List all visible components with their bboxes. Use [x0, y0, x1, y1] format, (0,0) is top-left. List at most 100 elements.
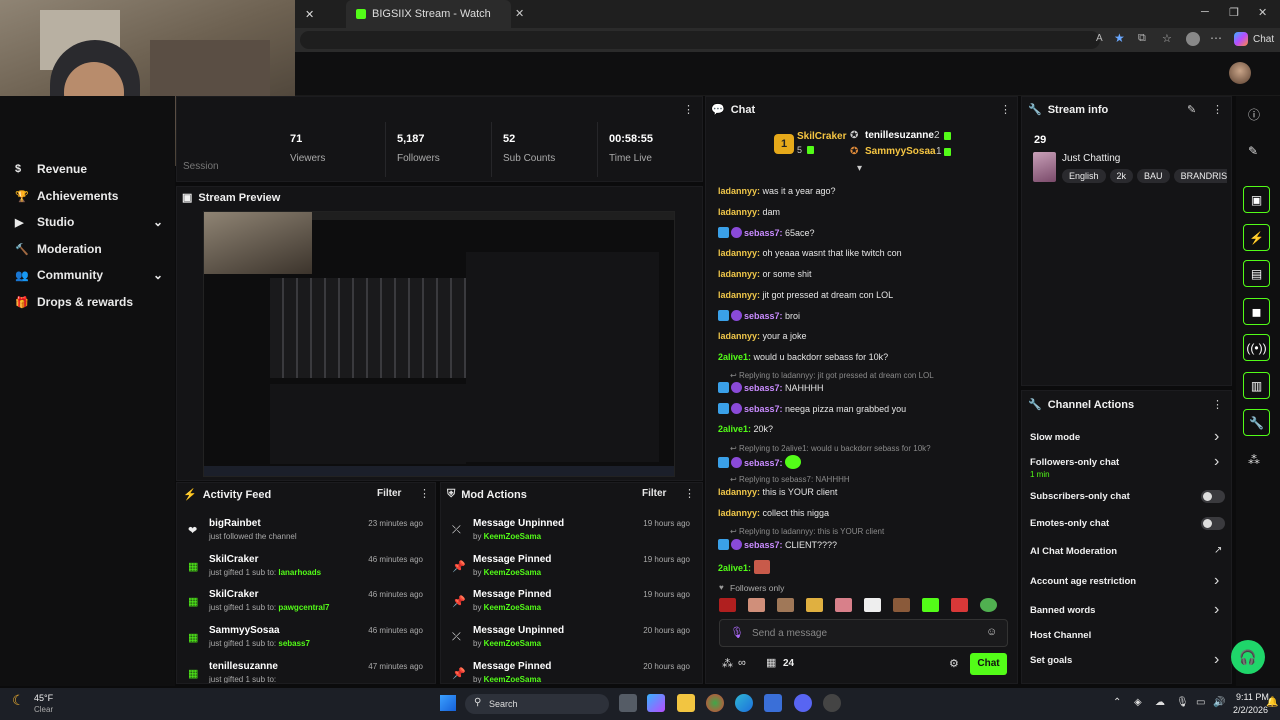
emote[interactable] [748, 598, 765, 612]
expand-leaderboard-icon[interactable]: ▾ [857, 163, 862, 174]
chat-message[interactable]: ladannyy: or some shit [718, 269, 812, 279]
mic-tray-icon[interactable]: 🎙 [1176, 697, 1189, 708]
tray-app-icon[interactable]: ◈ [1134, 697, 1142, 708]
chat-username[interactable]: 2alive1 [718, 352, 748, 362]
chat-username[interactable]: ladannyy [718, 207, 757, 217]
microphone-icon[interactable]: 🎙 [730, 626, 744, 639]
feed-detail-user[interactable]: lanarhoads [278, 568, 321, 577]
chat-username[interactable]: ladannyy [718, 331, 757, 341]
chevron-right-icon[interactable]: › [1214, 428, 1219, 446]
previous-tab-close[interactable]: ✕ [295, 0, 335, 28]
emote[interactable] [753, 560, 770, 574]
nav-item-2[interactable]: ▶ Studio ⌄ [15, 215, 163, 229]
chat-input[interactable]: 🎙 Send a message ☺ [719, 619, 1008, 647]
category-thumbnail[interactable] [1033, 152, 1056, 182]
kick-paw-icon[interactable]: ⁂ [722, 657, 733, 670]
chat-menu-icon[interactable]: ⋮ [1000, 103, 1011, 116]
feed-row[interactable]: ❤ bigRainbet just followed the channel 23 m… [177, 518, 435, 554]
emote[interactable] [777, 598, 794, 612]
weather-temp[interactable]: 45°F [34, 693, 53, 703]
maximize-icon[interactable]: ❐ [1229, 6, 1239, 19]
chat-username[interactable]: sebass7 [744, 458, 780, 468]
activity-menu-icon[interactable]: ⋮ [419, 487, 430, 500]
chat-username[interactable]: sebass7 [744, 540, 780, 550]
task-view-icon[interactable] [619, 694, 637, 712]
favorite-star-icon[interactable]: ★ [1114, 31, 1125, 45]
chat-username[interactable]: sebass7 [744, 311, 780, 321]
activity-filter-button[interactable]: Filter [377, 488, 401, 499]
chat-username[interactable]: ladannyy [718, 269, 757, 279]
feed-row[interactable]: 📌 Message Pinned by KeemZoeSama 19 hours ag… [441, 589, 702, 625]
channel-action-label[interactable]: AI Chat Moderation [1030, 546, 1117, 557]
feed-row[interactable]: ⤫ Message Unpinned by KeemZoeSama 19 hours … [441, 518, 702, 554]
chat-message[interactable]: sebass7: broi [718, 310, 800, 321]
collections-icon[interactable]: ☆ [1162, 32, 1172, 45]
rail-notes-button[interactable]: ▤ [1243, 260, 1270, 287]
toggle-switch[interactable] [1201, 490, 1225, 503]
chat-message[interactable]: sebass7: [718, 455, 802, 469]
address-bar[interactable] [300, 31, 1100, 49]
chevron-down-icon[interactable]: ⌄ [153, 215, 163, 229]
feed-row[interactable]: ▦ SkilCraker just gifted 1 sub to: lanarho… [177, 554, 435, 590]
infinity-icon[interactable]: ∞ [738, 657, 746, 669]
network-icon[interactable]: ▭ [1196, 697, 1205, 708]
rail-boost-button[interactable]: ⚡ [1243, 224, 1270, 251]
rail-layout-button[interactable]: ▥ [1243, 372, 1270, 399]
emote[interactable] [835, 598, 852, 612]
feed-row[interactable]: ⤫ Message Unpinned by KeemZoeSama 20 hours … [441, 625, 702, 661]
nav-item-3[interactable]: 🔨 Moderation [15, 242, 163, 256]
stream-preview-video[interactable] [203, 211, 675, 477]
more-menu-icon[interactable]: ⋯ [1210, 31, 1222, 45]
emote[interactable] [922, 598, 939, 612]
windows-start-icon[interactable] [440, 695, 456, 711]
stats-menu-icon[interactable]: ⋮ [683, 103, 694, 116]
obs-icon[interactable] [823, 694, 841, 712]
chat-message[interactable]: sebass7: NAHHHH [718, 382, 824, 393]
top-gifter-1-name[interactable]: SkilCraker [797, 131, 846, 142]
feed-row[interactable]: ▦ SammyySosaa just gifted 1 sub to: sebass… [177, 625, 435, 661]
close-tab-icon[interactable]: ✕ [515, 7, 524, 20]
discord-icon[interactable] [794, 694, 812, 712]
emote[interactable] [719, 598, 736, 612]
read-aloud-icon[interactable]: A [1096, 33, 1103, 44]
rail-clip-button[interactable]: ▣ [1243, 186, 1270, 213]
chat-username[interactable]: ladannyy [718, 487, 757, 497]
chat-username[interactable]: ladannyy [718, 290, 757, 300]
emote[interactable] [980, 598, 997, 612]
stream-tag[interactable]: BAU [1137, 169, 1170, 183]
clock-time[interactable]: 9:11 PM [1236, 692, 1269, 702]
nav-item-5[interactable]: 🎁 Drops & rewards [15, 295, 163, 309]
nav-item-4[interactable]: 👥 Community ⌄ [15, 268, 163, 282]
chat-message[interactable]: ladannyy: dam [718, 207, 780, 217]
feed-row[interactable]: 📌 Message Pinned by KeemZoeSama 19 hours ag… [441, 554, 702, 590]
chat-message[interactable]: sebass7: neega pizza man grabbed you [718, 403, 906, 414]
kick-paw-icon[interactable]: ⁂ [1248, 453, 1260, 467]
stream-tag[interactable]: 2k [1109, 169, 1134, 183]
toggle-switch[interactable] [1201, 517, 1225, 530]
copilot-icon[interactable] [1234, 32, 1248, 46]
channel-action-label[interactable]: Emotes-only chat [1030, 518, 1109, 529]
feed-detail-user[interactable]: KeemZoeSama [484, 568, 541, 577]
nav-item-0[interactable]: $ Revenue [15, 162, 163, 176]
chat-username[interactable]: 2alive1 [718, 563, 748, 573]
file-explorer-icon[interactable] [677, 694, 695, 712]
channel-actions-menu-icon[interactable]: ⋮ [1212, 398, 1223, 411]
stream-tag[interactable]: English [1062, 169, 1106, 183]
edge-icon[interactable] [735, 694, 753, 712]
chat-settings-icon[interactable]: ⚙ [949, 657, 959, 670]
emote[interactable] [893, 598, 910, 612]
channel-action-label[interactable]: Subscribers-only chat [1030, 491, 1130, 502]
channel-action-label[interactable]: Slow mode [1030, 432, 1080, 443]
feed-row[interactable]: 📌 Message Pinned by KeemZoeSama 20 hours ag… [441, 661, 702, 683]
volume-icon[interactable]: 🔊 [1213, 697, 1225, 708]
chat-message[interactable]: ladannyy: collect this nigga [718, 508, 829, 518]
feed-detail-user[interactable]: KeemZoeSama [484, 603, 541, 612]
minimize-icon[interactable]: ─ [1201, 6, 1209, 18]
top-gifter-3-name[interactable]: SammyySosaa [865, 146, 936, 157]
window-close-icon[interactable]: ✕ [1258, 6, 1267, 19]
top-gifter-2-name[interactable]: tenillesuzanne [865, 130, 934, 141]
chevron-right-icon[interactable]: › [1214, 651, 1219, 669]
channel-action-label[interactable]: Host Channel [1030, 630, 1091, 641]
feed-detail-user[interactable]: KeemZoeSama [484, 675, 541, 683]
feed-detail-user[interactable]: KeemZoeSama [484, 639, 541, 648]
